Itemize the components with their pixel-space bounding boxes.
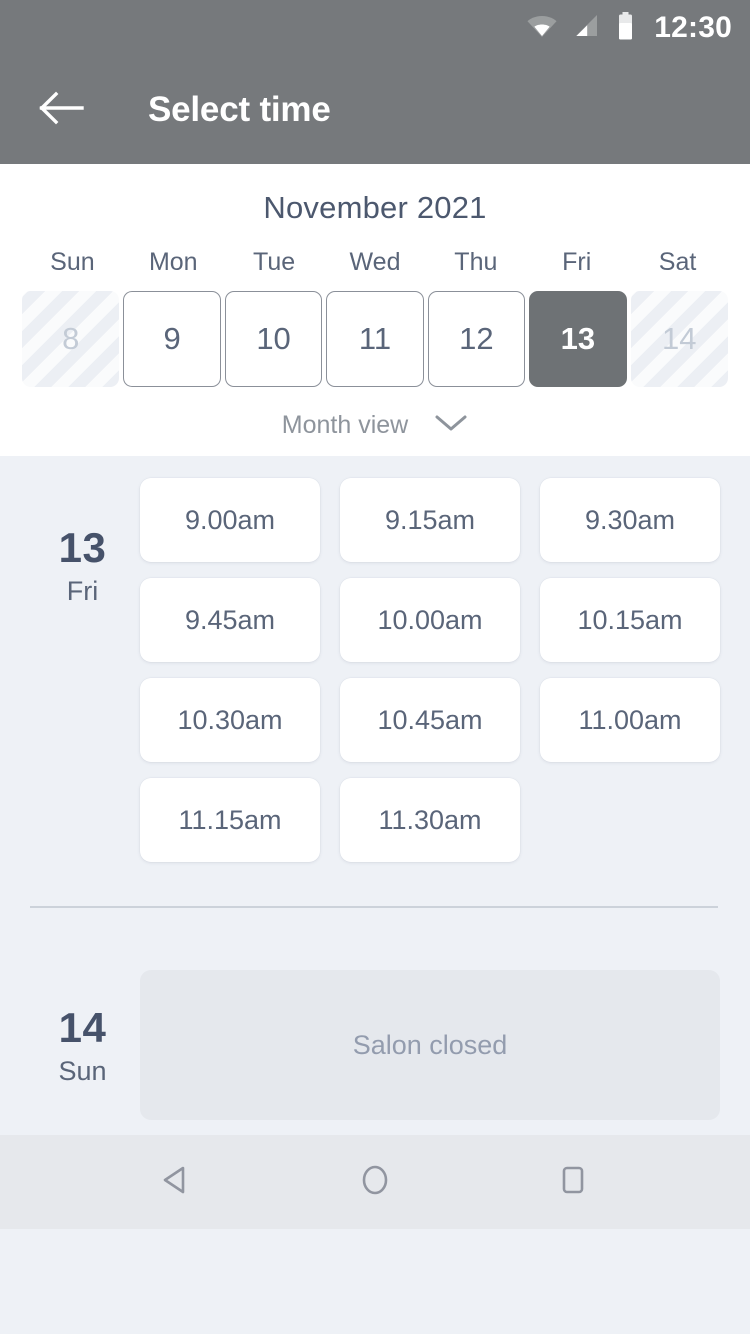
time-slot-chip[interactable]: 11.15am xyxy=(140,778,320,862)
time-slot-chip[interactable]: 9.30am xyxy=(540,478,720,562)
nav-home-button[interactable] xyxy=(335,1142,415,1222)
triangle-back-icon xyxy=(157,1160,197,1205)
wifi-icon xyxy=(527,14,557,43)
schedule-day-label-14: 14 Sun xyxy=(30,970,135,1120)
month-view-label: Month view xyxy=(281,411,409,439)
schedule-day-number: 13 xyxy=(58,524,107,571)
weekday-label-wed: Wed xyxy=(349,248,401,276)
schedule-day-number: 14 xyxy=(58,1004,107,1051)
signal-icon xyxy=(574,14,600,43)
schedule-day-label-13: 13 Fri xyxy=(30,478,135,862)
day-cell-13[interactable]: 13 xyxy=(529,291,627,387)
status-bar-clock: 12:30 xyxy=(654,11,732,44)
status-bar-icons xyxy=(527,11,634,45)
nav-back-button[interactable] xyxy=(137,1142,217,1222)
weekday-header-row: Sun Mon Tue Wed Thu Fri Sat xyxy=(0,248,750,291)
square-recents-icon xyxy=(553,1160,593,1205)
status-bar: 12:30 xyxy=(0,0,750,56)
time-slot-chip[interactable]: 10.30am xyxy=(140,678,320,762)
nav-recents-button[interactable] xyxy=(533,1142,613,1222)
day-strip: 8 9 10 11 12 13 14 xyxy=(0,291,750,387)
time-slot-chip[interactable]: 10.00am xyxy=(340,578,520,662)
time-slot-grid: 9.00am 9.15am 9.30am 9.45am 10.00am 10.1… xyxy=(135,478,720,862)
chevron-down-icon xyxy=(434,413,468,438)
app-bar: Select time xyxy=(0,56,750,164)
time-slot-chip[interactable]: 9.15am xyxy=(340,478,520,562)
calendar-panel: November 2021 Sun Mon Tue Wed Thu Fri Sa… xyxy=(0,164,750,456)
page-title: Select time xyxy=(148,90,331,129)
time-slot-chip[interactable]: 9.00am xyxy=(140,478,320,562)
weekday-label-sat: Sat xyxy=(658,248,697,276)
weekday-label-sun: Sun xyxy=(50,248,95,276)
time-slot-chip[interactable]: 11.00am xyxy=(540,678,720,762)
time-slot-chip[interactable]: 9.45am xyxy=(140,578,320,662)
month-view-toggle[interactable]: Month view xyxy=(0,387,750,440)
day-cell-8: 8 xyxy=(22,291,120,387)
battery-icon xyxy=(617,11,634,45)
back-button[interactable] xyxy=(34,82,90,138)
schedule-day-group-14: 14 Sun Salon closed xyxy=(0,908,750,1120)
schedule-day-name: Sun xyxy=(58,1056,107,1087)
weekday-label-fri: Fri xyxy=(562,248,592,276)
time-slot-chip[interactable]: 11.30am xyxy=(340,778,520,862)
arrow-left-icon xyxy=(39,91,85,130)
schedule-day-name: Fri xyxy=(66,576,99,607)
time-slot-chip[interactable]: 10.45am xyxy=(340,678,520,762)
day-cell-10[interactable]: 10 xyxy=(224,291,323,387)
time-slot-chip[interactable]: 10.15am xyxy=(540,578,720,662)
day-cell-14: 14 xyxy=(630,291,728,387)
weekday-label-thu: Thu xyxy=(454,248,498,276)
month-title: November 2021 xyxy=(263,190,487,225)
day-cell-9[interactable]: 9 xyxy=(123,291,221,387)
weekday-label-tue: Tue xyxy=(253,248,296,276)
day-cell-12[interactable]: 12 xyxy=(427,291,526,387)
schedule-content: 13 Fri 9.00am 9.15am 9.30am 9.45am 10.00… xyxy=(0,456,750,1229)
day-cell-11[interactable]: 11 xyxy=(326,291,424,387)
salon-closed-card: Salon closed xyxy=(140,970,720,1120)
android-nav-bar xyxy=(0,1135,750,1229)
schedule-day-group-13: 13 Fri 9.00am 9.15am 9.30am 9.45am 10.00… xyxy=(0,456,750,862)
circle-home-icon xyxy=(355,1160,395,1205)
weekday-label-mon: Mon xyxy=(148,248,198,276)
